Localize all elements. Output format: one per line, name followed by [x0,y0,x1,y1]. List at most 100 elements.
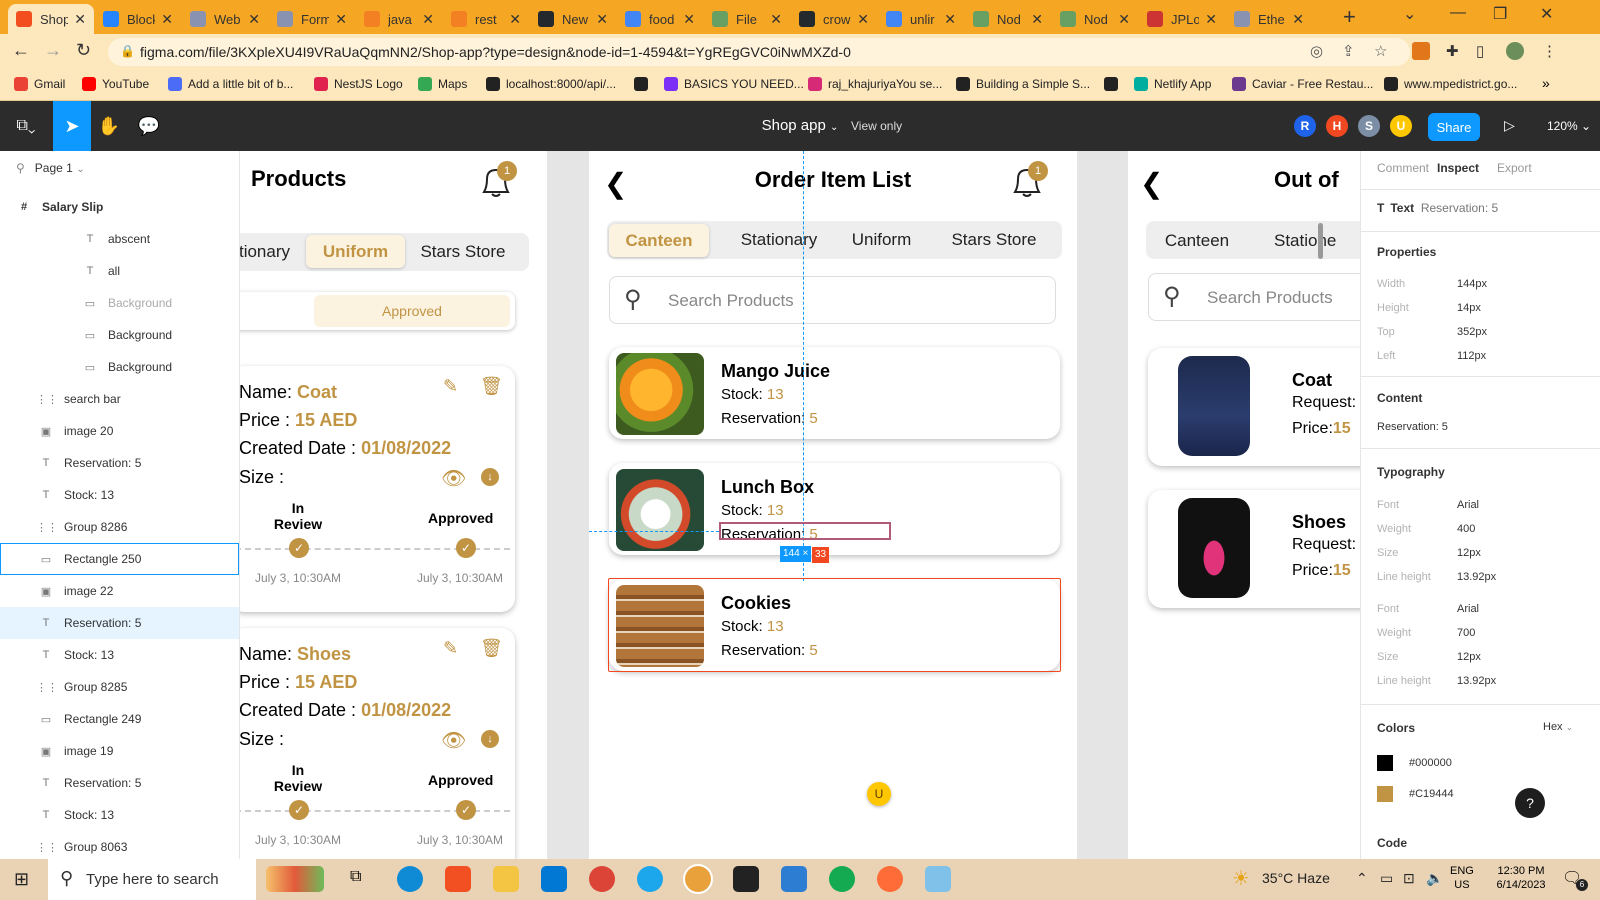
browser-tab[interactable]: Nod ✕ [965,4,1051,34]
browser-menu-icon[interactable]: ⋮ [1542,42,1557,60]
tab-stationary[interactable]: tionary [240,242,290,262]
search-bar[interactable]: ⚲ Search Products [1148,273,1360,321]
close-tab-icon[interactable]: ✕ [1292,11,1304,28]
forward-icon[interactable]: → [44,40,62,61]
edit-icon[interactable]: ✎ [443,638,458,659]
browser-tab[interactable]: java ✕ [356,4,442,34]
layer-row[interactable]: # Salary Slip [0,191,239,223]
clock[interactable]: 12:30 PM 6/14/2023 [1486,864,1556,892]
collaborator-avatar[interactable]: R [1294,115,1316,137]
typography-value[interactable]: 12px [1457,651,1481,663]
app-s-icon[interactable] [637,866,663,892]
share-button[interactable]: Share [1428,113,1480,141]
download-icon[interactable]: ↓ [481,468,499,486]
search-layers-icon[interactable]: ⚲ [16,161,25,175]
frame-order-item-list[interactable]: ❮ Order Item List 1 Canteen Stationary Uni… [589,151,1077,859]
help-button[interactable]: ? [1515,788,1545,818]
delete-icon[interactable]: 🗑 [480,376,503,397]
layer-row[interactable]: ⋮⋮ Group 8063 [0,831,239,859]
bookmark-item[interactable]: YouTube [82,77,149,91]
layer-row[interactable]: ▭ Background [0,351,239,383]
microsoft-store-icon[interactable] [445,866,471,892]
property-value[interactable]: 112px [1457,350,1486,362]
taskbar-search[interactable]: ⚲ Type here to search [48,859,256,900]
search-highlight-icon[interactable] [266,866,324,892]
edge-icon[interactable] [397,866,423,892]
bookmark-item[interactable]: Building a Simple S... [956,77,1090,91]
layer-row[interactable]: T Reservation: 5 [0,767,239,799]
windows-start-icon[interactable]: ⊞ [14,869,29,890]
browser-tab[interactable]: New ✕ [530,4,616,34]
typography-value[interactable]: 12px [1457,547,1481,559]
browser-tab[interactable]: food ✕ [617,4,703,34]
typography-value[interactable]: Arial [1457,603,1479,615]
layer-row[interactable]: ▣ image 20 [0,415,239,447]
close-tab-icon[interactable]: ✕ [509,11,521,28]
close-tab-icon[interactable]: ✕ [683,11,695,28]
scrollbar[interactable] [1318,223,1323,259]
minimize-icon[interactable]: — [1450,4,1466,22]
layer-row[interactable]: ▣ image 19 [0,735,239,767]
tab-stars-store[interactable]: Stars Store [934,230,1054,250]
typography-value[interactable]: 400 [1457,523,1475,535]
layer-row[interactable]: ⋮⋮ Group 8285 [0,671,239,703]
design-canvas[interactable]: Products 1 tionary Uniform Stars Store A… [240,151,1360,859]
browser-tab[interactable]: Shop ✕ [8,4,94,34]
task-view-icon[interactable]: ⧉ [350,868,361,886]
color-hex-value[interactable]: #C19444 [1409,788,1454,800]
bookmark-item[interactable]: Caviar - Free Restau... [1232,77,1373,91]
mongodb-compass-icon[interactable] [829,866,855,892]
layer-row[interactable]: ⋮⋮ Group 8286 [0,511,239,543]
color-hex-value[interactable]: #000000 [1409,757,1452,769]
bookmark-item[interactable]: NestJS Logo [314,77,403,91]
collaborator-avatar[interactable]: H [1326,115,1348,137]
back-icon[interactable]: ← [12,40,30,61]
bookmark-item[interactable]: www.mpedistrict.go... [1384,77,1517,91]
typography-value[interactable]: 13.92px [1457,675,1496,687]
close-tab-icon[interactable]: ✕ [161,11,173,28]
layer-row[interactable]: T Stock: 13 [0,479,239,511]
browser-tab[interactable]: Web ✕ [182,4,268,34]
layer-row[interactable]: ▭ Background [0,287,239,319]
tab-canteen[interactable]: Canteen [1162,231,1232,251]
metamask-extension-icon[interactable] [1412,42,1430,60]
reload-icon[interactable]: ↻ [76,40,91,61]
mail-icon[interactable] [541,866,567,892]
browser-tab[interactable]: Ethe ✕ [1226,4,1312,34]
weather-icon[interactable]: ☀ [1232,866,1250,891]
close-tab-icon[interactable]: ✕ [1031,11,1043,28]
layer-row[interactable]: ▭ Rectangle 250 [0,543,239,575]
tab-comment[interactable]: Comment [1377,161,1429,175]
color-swatch[interactable] [1377,786,1393,802]
download-icon[interactable]: ↓ [481,730,499,748]
share-page-icon[interactable]: ⇪ [1342,42,1355,60]
terminal-icon[interactable] [733,866,759,892]
page-selector[interactable]: ⚲ Page 1 ⌄ [16,161,85,175]
color-format-select[interactable]: Hex ⌄ [1543,721,1573,733]
browser-tab[interactable]: rest ✕ [443,4,529,34]
close-tab-icon[interactable]: ✕ [596,11,608,28]
search-bar[interactable]: ⚲ Search Products [609,276,1056,324]
typography-value[interactable]: 13.92px [1457,571,1496,583]
bookmark-item[interactable]: Add a little bit of b... [168,77,293,91]
bookmark-item[interactable] [1104,77,1124,91]
browser-tab[interactable]: Nod ✕ [1052,4,1138,34]
lens-icon[interactable]: ◎ [1310,42,1323,60]
tray-expand-icon[interactable]: ⌃ [1356,870,1368,887]
bookmarks-overflow-icon[interactable]: » [1542,75,1550,91]
typography-value[interactable]: Arial [1457,499,1479,511]
file-explorer-icon[interactable] [493,866,519,892]
language-indicator[interactable]: ENG US [1450,864,1474,892]
present-play-icon[interactable]: ▷ [1504,117,1515,134]
close-tab-icon[interactable]: ✕ [1205,11,1217,28]
property-value[interactable]: 14px [1457,302,1481,314]
layer-row[interactable]: Tall [0,255,239,287]
address-bar[interactable]: 🔒 figma.com/file/3KXpleXU4I9VRaUaQqmNN2/… [108,38,1410,66]
close-tab-icon[interactable]: ✕ [770,11,782,28]
tab-canteen[interactable]: Canteen [609,224,709,257]
layer-row[interactable]: ▭ Background [0,319,239,351]
bookmark-item[interactable]: raj_khajuriyaYou se... [808,77,942,91]
close-tab-icon[interactable]: ✕ [74,11,86,28]
bookmark-item[interactable]: BASICS YOU NEED... [664,77,804,91]
tab-approved[interactable]: Approved [314,295,510,327]
